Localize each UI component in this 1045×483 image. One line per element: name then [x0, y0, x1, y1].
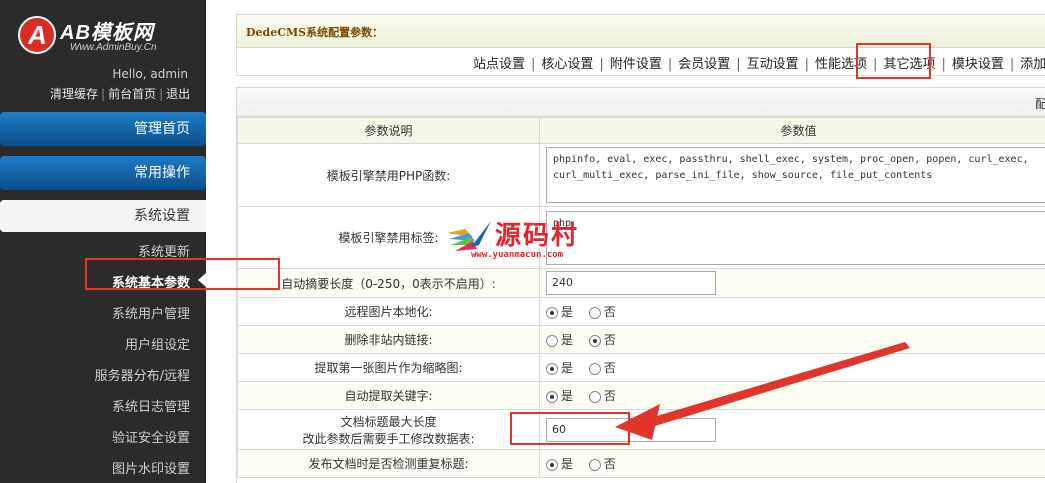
watermark: 源码村 www.yuanmacun.com: [445, 215, 615, 265]
watermark-text: 源码村: [495, 221, 580, 251]
watermark-url: www.yuanmacun.com: [471, 250, 564, 260]
